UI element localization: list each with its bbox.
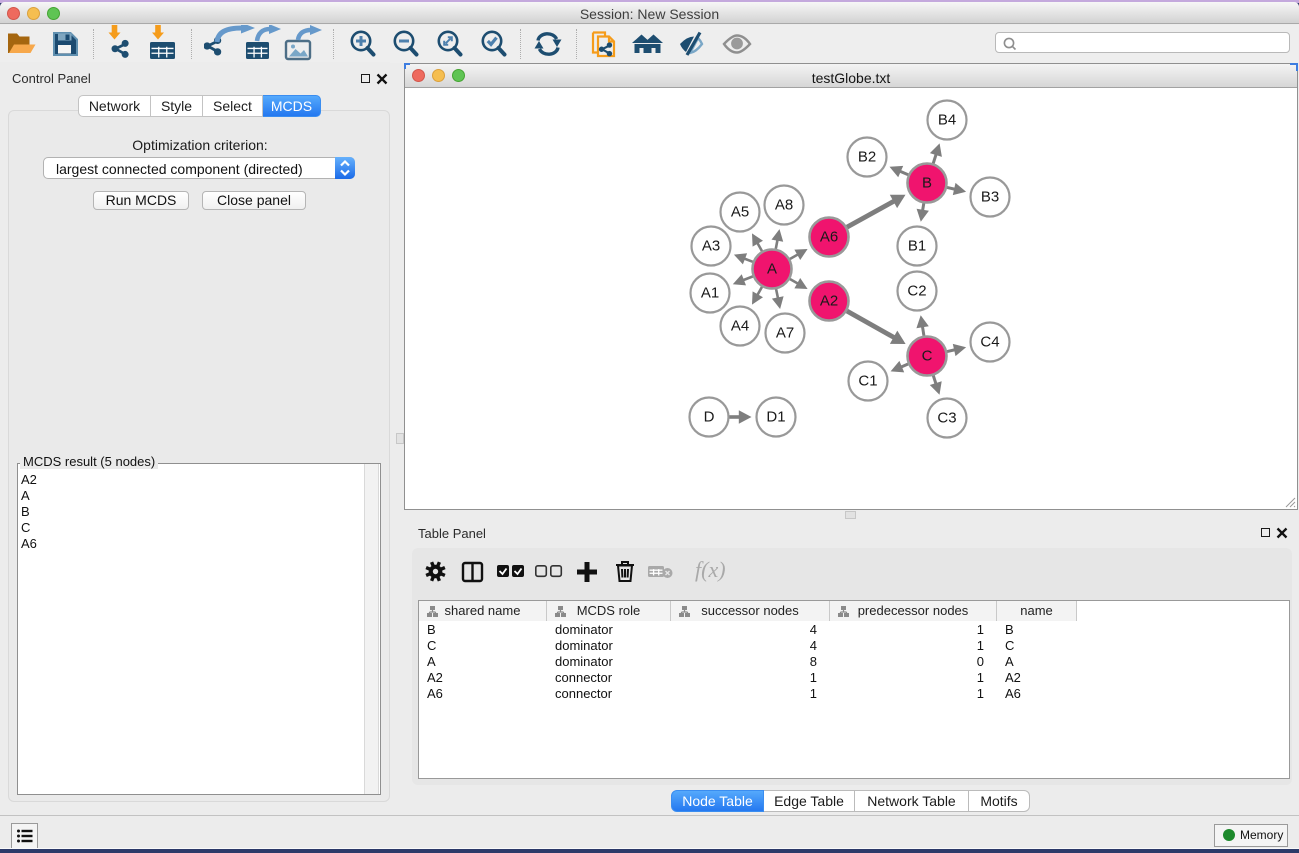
svg-text:A1: A1 [701, 285, 719, 302]
svg-text:A7: A7 [776, 325, 794, 342]
svg-text:B: B [922, 175, 932, 192]
svg-text:B4: B4 [938, 112, 956, 129]
svg-text:C4: C4 [980, 334, 999, 351]
svg-text:A: A [767, 261, 777, 278]
svg-text:B1: B1 [908, 238, 926, 255]
svg-text:C3: C3 [937, 410, 956, 427]
svg-text:A8: A8 [775, 197, 793, 214]
svg-text:D1: D1 [766, 409, 785, 426]
svg-text:A2: A2 [820, 293, 838, 310]
svg-text:D: D [704, 409, 715, 426]
svg-text:A3: A3 [702, 238, 720, 255]
svg-text:A5: A5 [731, 204, 749, 221]
svg-text:C2: C2 [907, 283, 926, 300]
svg-text:C1: C1 [858, 373, 877, 390]
svg-text:A6: A6 [820, 229, 838, 246]
svg-text:C: C [922, 348, 933, 365]
svg-text:B2: B2 [858, 149, 876, 166]
svg-text:A4: A4 [731, 318, 749, 335]
svg-text:B3: B3 [981, 189, 999, 206]
